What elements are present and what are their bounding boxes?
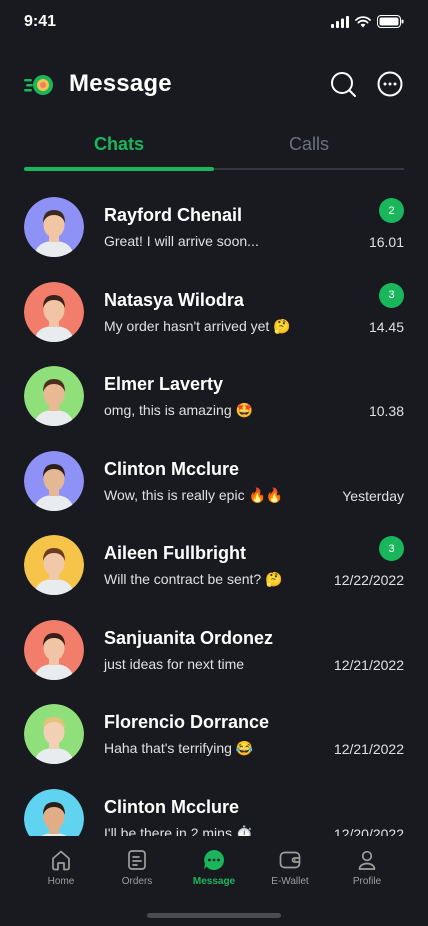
chat-time: 16.01: [368, 234, 404, 250]
chat-row[interactable]: Sanjuanita Ordonez just ideas for next ti…: [24, 609, 404, 693]
unread-badge: 2: [379, 198, 404, 223]
chat-row[interactable]: Florencio Dorrance Haha that's terrifying…: [24, 693, 404, 777]
more-options-icon[interactable]: [376, 70, 404, 98]
chat-name: Clinton Mcclure: [104, 796, 240, 817]
chat-preview: Haha that's terrifying 😂: [104, 740, 254, 756]
unread-badge: 3: [379, 282, 404, 308]
signal-icon: [331, 15, 349, 28]
chat-name: Clinton Mcclure: [104, 458, 240, 479]
tab-active-indicator: [24, 167, 214, 171]
chat-time: Yesterday: [342, 487, 404, 504]
status-icons: [331, 15, 404, 28]
tab-calls[interactable]: Calls: [214, 134, 404, 155]
avatar: [24, 366, 84, 426]
chat-preview: omg, this is amazing 🤩: [104, 402, 253, 418]
chat-preview: Great! I will arrive soon...: [104, 233, 259, 249]
status-time: 9:41: [24, 13, 57, 30]
chat-row[interactable]: Rayford Chenail Great! I will arrive soon…: [24, 186, 404, 270]
chat-name: Natasya Wilodra: [104, 289, 244, 310]
avatar: [24, 450, 84, 511]
avatar: [24, 535, 84, 595]
search-icon[interactable]: [329, 70, 357, 98]
chat-preview: My order hasn't arrived yet 🤔: [104, 317, 291, 334]
chat-row[interactable]: Clinton Mcclure I'll be there in 2 mins ⏱…: [24, 778, 404, 837]
chat-name: Aileen Fullbright: [104, 543, 246, 563]
app-header: Message: [0, 62, 428, 108]
chat-preview: I'll be there in 2 mins ⏱️: [104, 824, 254, 837]
profile-icon: [358, 850, 376, 870]
wallet-icon: [279, 851, 301, 869]
chat-row[interactable]: Natasya Wilodra My order hasn't arrived y…: [24, 271, 404, 355]
chat-list: Rayford Chenail Great! I will arrive soon…: [0, 186, 428, 836]
chat-time: 12/20/2022: [333, 825, 404, 837]
avatar: [24, 197, 84, 257]
chat-row[interactable]: Elmer Laverty omg, this is amazing 🤩 10.38: [24, 355, 404, 439]
chat-preview: Will the contract be sent? 🤔: [104, 571, 283, 587]
chat-name: Elmer Laverty: [104, 374, 224, 394]
chat-time: 14.45: [368, 318, 404, 335]
chat-row[interactable]: Aileen Fullbright Will the contract be se…: [24, 524, 404, 608]
chat-time: 12/21/2022: [333, 741, 404, 757]
chat-preview: Wow, this is really epic 🔥🔥: [104, 486, 284, 503]
nav-profile-label: Profile: [352, 876, 382, 887]
home-icon: [52, 850, 70, 871]
avatar: [24, 704, 84, 764]
home-indicator: [147, 913, 281, 918]
avatar: [24, 788, 84, 836]
status-bar: 9:41: [0, 0, 428, 44]
chat-name: Florencio Dorrance: [104, 712, 270, 732]
nav-ewallet[interactable]: E-Wallet: [252, 848, 328, 887]
tab-bar: Chats Calls: [24, 128, 404, 174]
chat-name: Sanjuanita Ordonez: [104, 627, 274, 648]
chat-name: Rayford Chenail: [104, 205, 243, 225]
app-logo-icon: [24, 75, 53, 95]
avatar: [24, 619, 84, 680]
nav-orders[interactable]: Orders: [99, 848, 175, 887]
chat-time: 12/21/2022: [333, 656, 404, 673]
nav-orders-label: Orders: [121, 876, 153, 887]
orders-icon: [128, 850, 146, 870]
tab-chats[interactable]: Chats: [24, 134, 214, 155]
nav-message-label: Message: [192, 876, 236, 887]
unread-badge: 3: [379, 536, 404, 561]
nav-message[interactable]: Message: [176, 848, 252, 887]
page-title: Message: [69, 70, 172, 97]
nav-ewallet-label: E-Wallet: [271, 876, 309, 887]
chat-time: 12/22/2022: [333, 572, 404, 588]
avatar: [24, 281, 84, 342]
wifi-icon: [355, 15, 371, 27]
battery-icon: [377, 15, 404, 28]
nav-home-label: Home: [47, 876, 75, 887]
chat-preview: just ideas for next time: [104, 655, 245, 672]
chat-time: 10.38: [368, 403, 404, 419]
chat-row[interactable]: Clinton Mcclure Wow, this is really epic …: [24, 440, 404, 524]
nav-profile[interactable]: Profile: [329, 848, 405, 887]
message-icon: [204, 850, 225, 870]
nav-home[interactable]: Home: [23, 848, 99, 887]
